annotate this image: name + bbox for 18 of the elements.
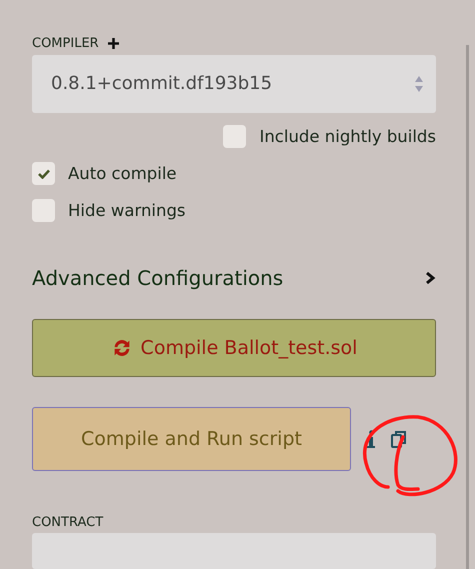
- contract-label: CONTRACT: [32, 515, 104, 530]
- plus-icon[interactable]: [106, 37, 120, 50]
- checkbox[interactable]: [32, 199, 55, 222]
- compiler-label: COMPILER: [32, 36, 99, 52]
- copy-icon[interactable]: [391, 430, 406, 448]
- checkbox-label: Auto compile: [68, 164, 177, 184]
- run-script-button[interactable]: Compile and Run script: [32, 407, 351, 472]
- chevron-icon[interactable]: [424, 271, 436, 286]
- sort-icon: [414, 74, 424, 93]
- compiler-select[interactable]: 0.8.1+commit.df193b15: [32, 54, 436, 114]
- info-icon[interactable]: [367, 430, 375, 448]
- checkbox-label: Hide warnings: [68, 201, 186, 220]
- check-icon: [38, 168, 50, 179]
- section-title: Advanced Configurations: [32, 266, 284, 290]
- checkbox[interactable]: [32, 162, 55, 186]
- checkbox-label: Include nightly builds: [259, 127, 436, 146]
- compile-button[interactable]: Compile Ballot_test.sol: [32, 319, 436, 378]
- checkbox[interactable]: [223, 125, 246, 148]
